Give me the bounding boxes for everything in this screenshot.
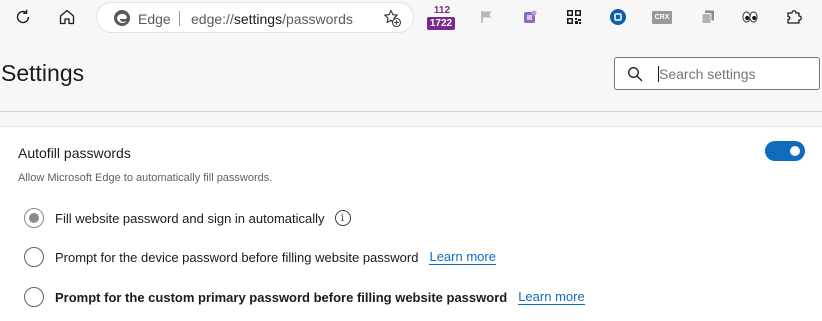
option-label: Fill website password and sign in automa… [55, 210, 325, 226]
refresh-button[interactable] [9, 3, 37, 31]
eyes-extension-button[interactable] [737, 4, 763, 30]
qr-code-icon [567, 10, 581, 24]
search-icon [628, 67, 643, 82]
option-custom-primary-password[interactable]: Prompt for the custom primary password b… [24, 286, 585, 308]
toggle-knob [790, 146, 800, 156]
extensions-icon [787, 10, 802, 24]
option-fill-automatically[interactable]: Fill website password and sign in automa… [24, 207, 351, 229]
home-button[interactable] [53, 3, 81, 31]
learn-more-link[interactable]: Learn more [429, 249, 496, 265]
flag-extension-button[interactable] [474, 4, 500, 30]
counter-bottom-value: 1722 [427, 17, 455, 30]
address-bar[interactable]: Edge edge://settings/passwords [96, 2, 414, 33]
radio-custom-primary-password[interactable] [24, 287, 44, 307]
flag-icon [481, 11, 492, 23]
qr-code-extension-button[interactable] [561, 4, 587, 30]
search-box[interactable] [614, 57, 820, 90]
edge-logo-icon [114, 10, 130, 26]
refresh-icon [16, 9, 30, 24]
autofill-passwords-title: Autofill passwords [18, 145, 131, 161]
option-label: Prompt for the custom primary password b… [55, 289, 508, 305]
option-device-password[interactable]: Prompt for the device password before fi… [24, 246, 496, 268]
page-title: Settings [1, 60, 85, 86]
autofill-passwords-description: Allow Microsoft Edge to automatically fi… [18, 172, 273, 184]
home-icon [59, 9, 75, 25]
header-divider [0, 111, 822, 112]
puzzle-extension-icon [524, 10, 537, 23]
radio-device-password[interactable] [24, 247, 44, 267]
puzzle-extension-button[interactable] [517, 4, 543, 30]
copy-extension-icon [701, 10, 714, 24]
radio-fill-automatically[interactable] [24, 208, 44, 228]
counter-top-value: 112 [433, 5, 451, 16]
crx-extension-label: CRX [652, 11, 672, 24]
option-label: Prompt for the device password before fi… [55, 249, 419, 265]
autofill-passwords-toggle[interactable] [765, 141, 805, 161]
search-input[interactable] [659, 65, 809, 83]
address-bar-brand: Edge [138, 11, 171, 27]
copy-extension-button[interactable] [695, 4, 721, 30]
browser-toolbar: Edge edge://settings/passwords 112 1722 [0, 0, 822, 35]
circle-extension-button[interactable] [605, 4, 631, 30]
learn-more-link[interactable]: Learn more [518, 289, 585, 305]
address-bar-separator [179, 11, 180, 26]
eyes-extension-icon [742, 11, 758, 23]
circle-extension-icon [610, 9, 626, 25]
add-favorite-icon[interactable] [382, 8, 402, 28]
info-icon[interactable]: i [334, 210, 351, 226]
address-bar-url: edge://settings/passwords [191, 11, 353, 27]
extensions-button[interactable] [781, 4, 807, 30]
